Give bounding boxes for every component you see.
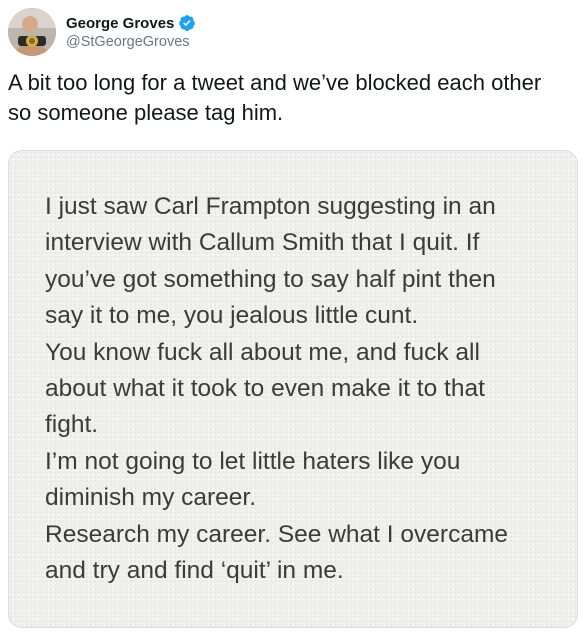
verified-badge-icon (178, 14, 196, 32)
tweet-header: George Groves @StGeorgeGroves (8, 6, 568, 58)
note-line: you’ve got something to say half pint th… (45, 265, 496, 293)
note-line: fight. (45, 411, 99, 439)
note-line: You know fuck all about me, and fuck all (45, 338, 480, 366)
note-line: I just saw Carl Frampton suggesting in a… (45, 193, 496, 220)
note-line: and try and find ‘quit’ in me. (45, 557, 344, 585)
avatar[interactable] (8, 8, 56, 56)
attached-image[interactable]: I just saw Carl Frampton suggesting in a… (8, 150, 578, 628)
tweet-text-line: A bit too long for a tweet and we’ve blo… (8, 70, 542, 95)
note-line: Research my career. See what I overcame (45, 520, 508, 548)
user-handle[interactable]: @StGeorgeGroves (66, 34, 190, 50)
note-line: say it to me, you jealous little cunt. (45, 302, 419, 330)
tweet-text-line: so someone please tag him. (8, 100, 284, 125)
note-line: interview with Callum Smith that I quit.… (45, 229, 480, 257)
tweet-text: A bit too long for a tweet and we’ve blo… (8, 68, 578, 128)
note-line: I’m not going to let little haters like … (45, 447, 461, 475)
profile-photo-icon (8, 8, 56, 56)
notes-screenshot-text: I just saw Carl Frampton suggesting in a… (45, 189, 565, 589)
note-line: diminish my career. (45, 484, 257, 512)
display-name[interactable]: George Groves (66, 15, 174, 32)
note-line: about what it took to even make it to th… (45, 375, 485, 403)
